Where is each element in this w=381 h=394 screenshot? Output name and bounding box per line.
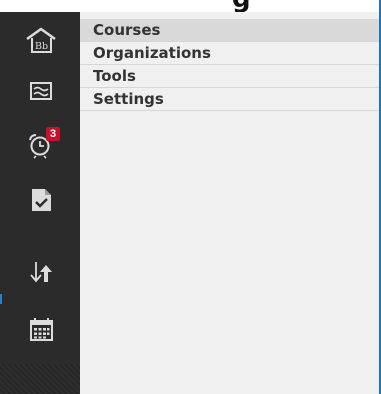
sort-button[interactable] xyxy=(24,258,58,288)
home-icon: Bb xyxy=(26,27,56,53)
sort-arrows-icon xyxy=(30,262,52,283)
menu-item-settings[interactable]: Settings xyxy=(80,88,381,111)
notifications-button[interactable]: 3 xyxy=(24,127,60,160)
activity-stream-icon xyxy=(30,82,52,100)
menu-item-organizations[interactable]: Organizations xyxy=(80,42,381,65)
grades-button[interactable] xyxy=(24,185,58,215)
menu-item-courses[interactable]: Courses xyxy=(80,19,381,42)
calendar-icon xyxy=(30,318,53,341)
activity-stream-button[interactable] xyxy=(24,76,58,106)
home-button[interactable]: Bb xyxy=(24,26,58,56)
sidebar-edge-mark xyxy=(0,294,2,304)
header-strip: g xyxy=(0,0,381,12)
grades-icon xyxy=(32,189,51,211)
home-icon-label: Bb xyxy=(35,41,48,52)
calendar-button[interactable] xyxy=(24,315,58,345)
menu-item-tools[interactable]: Tools xyxy=(80,65,381,88)
notification-badge: 3 xyxy=(46,127,60,141)
sidebar-bottom-band xyxy=(0,364,80,394)
menu-panel: Courses Organizations Tools Settings xyxy=(80,12,381,394)
sidebar: Bb 3 xyxy=(0,12,80,394)
header-partial-text: g xyxy=(232,0,251,12)
